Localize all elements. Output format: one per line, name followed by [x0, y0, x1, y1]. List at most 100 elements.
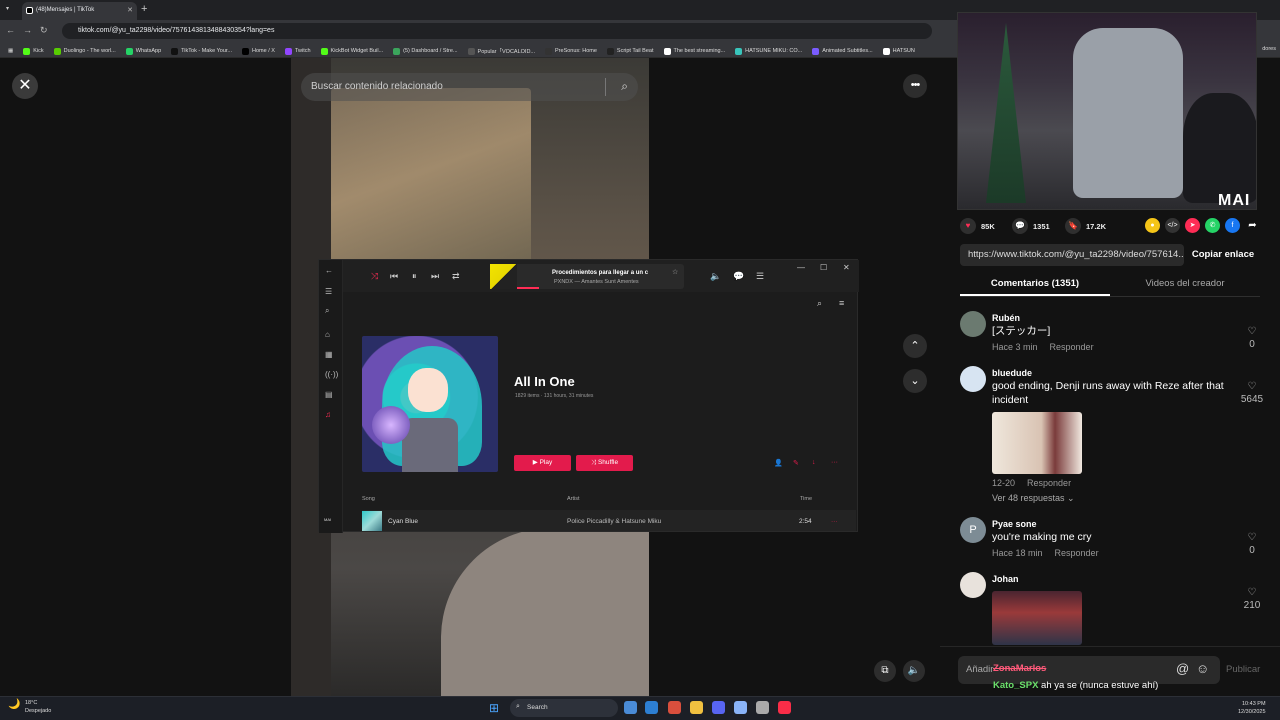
bookmark-item[interactable]: Script Tail Beat	[606, 45, 654, 57]
bookmark-item[interactable]: (5) Dashboard / Stre...	[393, 45, 458, 57]
queue-icon[interactable]: ☰	[756, 271, 764, 282]
reply-button[interactable]: Responder	[1027, 478, 1071, 488]
download-icon[interactable]: ↓	[812, 459, 816, 466]
publish-button[interactable]: Publicar	[1226, 664, 1260, 675]
bookmarks-overflow[interactable]: dores	[1262, 46, 1276, 52]
previous-track-icon[interactable]: ⏮	[390, 271, 398, 282]
reply-button[interactable]: Responder	[1050, 342, 1094, 352]
forward-icon[interactable]: →	[23, 25, 40, 35]
grid-icon[interactable]: ▦	[325, 350, 333, 359]
minimize-icon[interactable]: —	[797, 263, 805, 272]
bookmark-item[interactable]: HATSUNE MIKU: CO...	[735, 45, 802, 57]
comment-username[interactable]: Pyae sone	[992, 519, 1037, 529]
comment-stat[interactable]: 💬 1351	[1012, 218, 1050, 234]
taskbar-clock[interactable]: 10:43 PM 12/30/2025	[1238, 700, 1266, 716]
bookmark-item[interactable]: KickBot Widget Buil...	[320, 45, 383, 57]
copy-link-button[interactable]: Copiar enlace	[1186, 244, 1260, 266]
heart-icon[interactable]: ♥	[960, 218, 976, 234]
edge-icon[interactable]	[645, 701, 658, 714]
back-icon[interactable]: ←	[325, 266, 333, 275]
browser-icon[interactable]	[734, 701, 747, 714]
settings-icon[interactable]	[756, 701, 769, 714]
save-stat[interactable]: 🔖 17.2K	[1065, 218, 1106, 234]
back-icon[interactable]: ←	[6, 25, 23, 35]
play-button[interactable]: ▶ Play	[514, 455, 571, 471]
bookmark-item[interactable]: HATSUN	[882, 45, 915, 57]
tab-search-icon[interactable]: ▾	[6, 5, 9, 12]
bookmark-item[interactable]: WhatsApp	[125, 45, 161, 57]
heart-outline-icon[interactable]: ♡	[1248, 326, 1257, 337]
chrome-icon[interactable]	[668, 701, 681, 714]
mention-icon[interactable]: @	[1176, 661, 1189, 676]
volume-button[interactable]: 🔈	[903, 660, 925, 682]
send-icon[interactable]: ➤	[1185, 218, 1200, 233]
windows-start-icon[interactable]: ⊞	[489, 701, 499, 715]
search-icon[interactable]: ⌕	[325, 306, 329, 316]
tab-comments[interactable]: Comentarios (1351)	[960, 274, 1110, 296]
home-icon[interactable]: ⌂	[325, 330, 330, 339]
music-player-window[interactable]: ← ☰ ⌕ ⌂ ▦ ((·)) ▤ ♫ MAI ⤨ ⏮ ⏸ ⏭ ⇄ Proced…	[318, 259, 859, 533]
taskbar-search[interactable]: ⌕ Search	[510, 699, 618, 717]
col-song[interactable]: Song	[362, 496, 375, 502]
avatar[interactable]: P	[960, 517, 986, 543]
playback-progress[interactable]	[517, 287, 539, 289]
comment-like[interactable]: ♡ 5645	[1240, 381, 1264, 405]
comment-icon[interactable]: 💬	[1012, 218, 1028, 234]
radio-icon[interactable]: ((·))	[325, 370, 338, 379]
comment-sticker-image[interactable]	[992, 412, 1082, 474]
close-video-button[interactable]: ✕	[12, 73, 38, 99]
comment-like[interactable]: ♡ 0	[1240, 326, 1264, 350]
user-avatar[interactable]: MAI	[324, 517, 331, 522]
playlist-icon[interactable]: ♫	[325, 410, 331, 419]
more-icon[interactable]: ···	[831, 459, 838, 466]
bookmark-item[interactable]: Home / X	[242, 45, 275, 57]
lyrics-icon[interactable]: 💬	[733, 271, 744, 282]
now-playing-card[interactable]: Procedimientos para llegar a un c PXNDX …	[490, 264, 684, 289]
bookmark-item[interactable]: Duolingo - The worl...	[53, 45, 116, 57]
comment-username[interactable]: Johan	[992, 574, 1019, 584]
avatar[interactable]	[960, 572, 986, 598]
heart-outline-icon[interactable]: ♡	[1248, 532, 1257, 543]
weather-widget[interactable]: 🌙 18°C Despejado	[8, 699, 51, 715]
col-time[interactable]: Time	[800, 496, 812, 502]
table-row[interactable]: Cyan Blue Police Piccadilly & Hatsune Mi…	[362, 510, 856, 531]
bookmark-icon[interactable]: 🔖	[1065, 218, 1081, 234]
heart-outline-icon[interactable]: ♡	[1248, 381, 1257, 392]
nav-buttons[interactable]: ←→↻	[6, 25, 56, 36]
new-tab-button[interactable]: +	[141, 3, 147, 15]
filter-icon[interactable]: ≡	[839, 298, 844, 308]
browser-tab[interactable]: (48)Mensajes | TikTok ✕	[22, 2, 137, 20]
more-options-button[interactable]: •••	[903, 74, 927, 98]
bookmark-item[interactable]: Twitch	[284, 45, 311, 57]
apple-music-icon[interactable]	[778, 701, 791, 714]
tab-close-icon[interactable]: ✕	[127, 6, 133, 14]
pip-button[interactable]: ⧉	[874, 660, 896, 682]
comment-like[interactable]: ♡ 210	[1240, 587, 1264, 611]
whatsapp-icon[interactable]: ✆	[1205, 218, 1220, 233]
discord-icon[interactable]	[712, 701, 725, 714]
reload-icon[interactable]: ↻	[40, 25, 56, 35]
task-view-icon[interactable]	[624, 701, 637, 714]
add-user-icon[interactable]: 👤	[774, 459, 783, 467]
url-field[interactable]: tiktok.com/@yu_ta2298/video/757614381348…	[62, 23, 932, 39]
comment-username[interactable]: bluedude	[992, 368, 1032, 378]
like-stat[interactable]: ♥ 85K	[960, 218, 995, 234]
bookmark-item[interactable]: Popular「VOCALOID...	[467, 45, 535, 57]
track-more-icon[interactable]: ···	[831, 518, 838, 525]
repeat-icon[interactable]: ⇄	[452, 271, 460, 282]
maximize-icon[interactable]: ☐	[820, 263, 827, 272]
view-replies-button[interactable]: Ver 48 respuestas ⌄	[992, 493, 1075, 504]
embed-icon[interactable]: </>	[1165, 218, 1180, 233]
pause-icon[interactable]: ⏸	[412, 271, 417, 282]
file-explorer-icon[interactable]	[690, 701, 703, 714]
shuffle-icon[interactable]: ⤨	[371, 271, 378, 282]
bookmark-item[interactable]: TikTok - Make Your...	[171, 45, 232, 57]
apps-icon[interactable]: ▦	[8, 45, 13, 57]
col-artist[interactable]: Artist	[567, 496, 580, 502]
reply-button[interactable]: Responder	[1055, 548, 1099, 558]
bookmark-item[interactable]: Kick	[23, 45, 44, 57]
favorite-star-icon[interactable]: ☆	[672, 268, 678, 276]
avatar[interactable]	[960, 366, 986, 392]
previous-video-button[interactable]: ⌃	[903, 334, 927, 358]
comment-username[interactable]: Rubén	[992, 313, 1020, 323]
